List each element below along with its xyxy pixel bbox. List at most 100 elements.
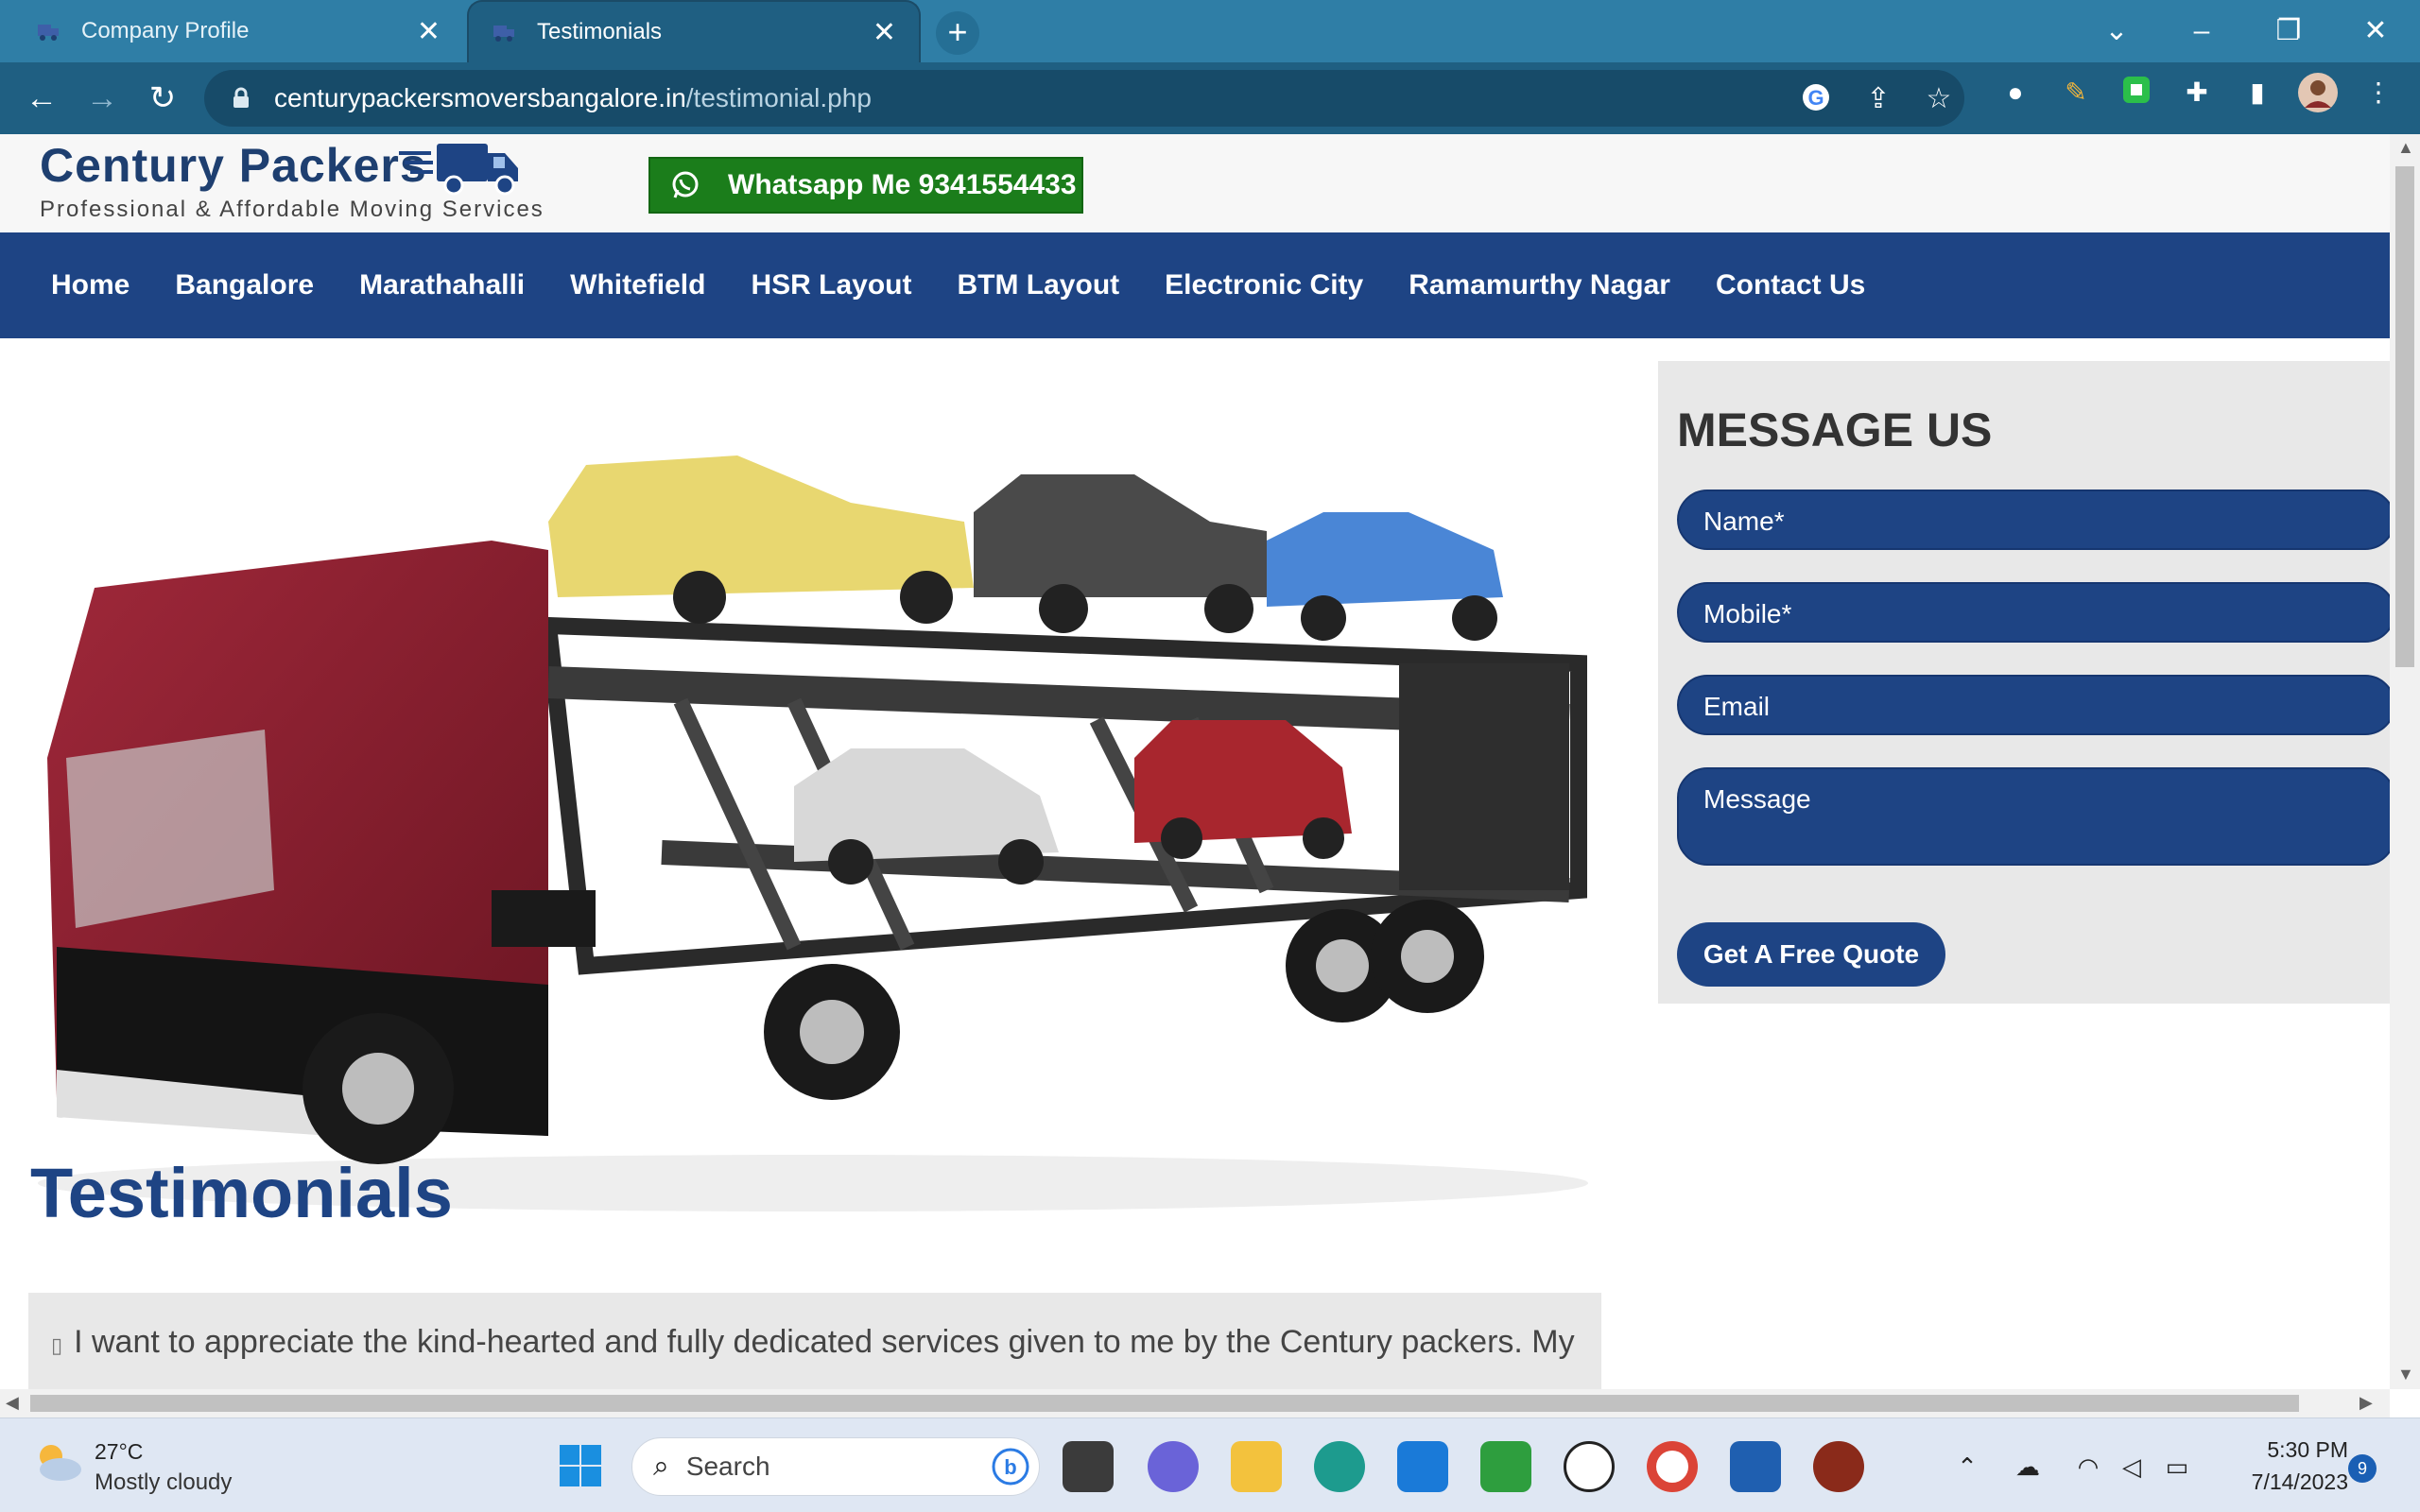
logo-tagline: Professional & Affordable Moving Service… bbox=[40, 197, 544, 222]
url-host: centurypackersmoversbangalore.in bbox=[274, 83, 686, 112]
minimize-button[interactable]: – bbox=[2178, 8, 2225, 55]
bing-icon[interactable]: b bbox=[992, 1448, 1029, 1486]
testimonial-text: ▯ I want to appreciate the kind-hearted a… bbox=[51, 1314, 1579, 1374]
onedrive-icon[interactable]: ☁ bbox=[2012, 1451, 2044, 1483]
nav-item-electronic-city[interactable]: Electronic City bbox=[1165, 269, 1363, 301]
forward-button[interactable]: → bbox=[79, 76, 125, 121]
scroll-up-arrow-icon[interactable]: ▲ bbox=[2397, 138, 2414, 158]
search-icon: ⌕ bbox=[653, 1451, 669, 1482]
scroll-right-arrow-icon[interactable]: ▶ bbox=[2360, 1393, 2373, 1413]
nav-item-whitefield[interactable]: Whitefield bbox=[570, 269, 705, 301]
tab-close-icon[interactable]: ✕ bbox=[873, 16, 896, 49]
weather-description[interactable]: Mostly cloudy bbox=[95, 1469, 232, 1496]
task-view-icon[interactable] bbox=[1063, 1441, 1114, 1492]
site-favicon-icon bbox=[38, 25, 59, 41]
teams-chat-icon[interactable] bbox=[1148, 1441, 1199, 1492]
page-title: Testimonials bbox=[30, 1154, 453, 1232]
nav-item-bangalore[interactable]: Bangalore bbox=[175, 269, 314, 301]
testimonial-body: I want to appreciate the kind-hearted an… bbox=[74, 1324, 1575, 1360]
nav-item-hsr-layout[interactable]: HSR Layout bbox=[751, 269, 911, 301]
green-extension-icon[interactable] bbox=[2118, 74, 2155, 112]
email-field[interactable]: Email bbox=[1677, 675, 2390, 735]
weather-temperature[interactable]: 27°C bbox=[95, 1439, 143, 1465]
cloudy-weather-icon[interactable] bbox=[32, 1441, 83, 1485]
menu-kebab-icon[interactable]: ⋮ bbox=[2360, 74, 2397, 112]
remote-app-icon[interactable] bbox=[1730, 1441, 1781, 1492]
testimonial-card: ▯ I want to appreciate the kind-hearted a… bbox=[28, 1293, 1601, 1389]
dell-icon[interactable] bbox=[1564, 1441, 1615, 1492]
volume-icon[interactable]: ◁ bbox=[2116, 1451, 2148, 1483]
vertical-scrollbar[interactable]: ▲ ▼ bbox=[2390, 134, 2420, 1389]
taskbar-search-box[interactable]: ⌕ Search b bbox=[631, 1437, 1040, 1496]
scroll-left-arrow-icon[interactable]: ◀ bbox=[6, 1393, 19, 1413]
truck-logo-icon bbox=[399, 144, 518, 196]
clock-time[interactable]: 5:30 PM bbox=[2244, 1437, 2348, 1463]
restore-button[interactable]: ❐ bbox=[2265, 8, 2312, 55]
name-field[interactable]: Name* bbox=[1677, 490, 2390, 550]
form-title: MESSAGE US bbox=[1677, 404, 1993, 456]
share-icon[interactable]: ⇪ bbox=[1860, 81, 1896, 117]
battery-icon[interactable]: ▭ bbox=[2161, 1451, 2193, 1483]
bookmark-star-icon[interactable]: ☆ bbox=[1921, 81, 1957, 117]
back-button[interactable]: ← bbox=[19, 76, 64, 121]
nav-item-ramamurthy-nagar[interactable]: Ramamurthy Nagar bbox=[1409, 269, 1670, 301]
wifi-icon[interactable]: ◠ bbox=[2072, 1451, 2104, 1483]
tab-company-profile[interactable]: Company Profile ✕ bbox=[13, 0, 463, 62]
browser-tab-bar: Company Profile ✕ Testimonials ✕ + ⌄ – ❐… bbox=[0, 0, 2420, 62]
windows-start-icon[interactable] bbox=[558, 1443, 603, 1488]
show-hidden-icons-chevron-icon[interactable]: ⌃ bbox=[1951, 1451, 1983, 1483]
main-navigation: Home Bangalore Marathahalli Whitefield H… bbox=[0, 232, 2390, 338]
wpm-app-icon[interactable] bbox=[1813, 1441, 1864, 1492]
tab-close-icon[interactable]: ✕ bbox=[417, 15, 441, 48]
chrome-icon[interactable] bbox=[1647, 1441, 1698, 1492]
get-free-quote-button[interactable]: Get A Free Quote bbox=[1677, 922, 1945, 987]
nav-item-contact-us[interactable]: Contact Us bbox=[1716, 269, 1865, 301]
tab-title: Testimonials bbox=[537, 19, 663, 44]
close-window-button[interactable]: ✕ bbox=[2352, 8, 2399, 55]
address-bar[interactable]: centurypackersmoversbangalore.in/testimo… bbox=[204, 70, 1964, 127]
lock-icon bbox=[233, 87, 249, 108]
message-field[interactable]: Message bbox=[1677, 767, 2390, 866]
nav-item-btm-layout[interactable]: BTM Layout bbox=[957, 269, 1119, 301]
reload-button[interactable]: ↻ bbox=[140, 76, 185, 121]
file-explorer-icon[interactable] bbox=[1231, 1441, 1282, 1492]
clock-date[interactable]: 7/14/2023 bbox=[2216, 1469, 2348, 1495]
whatsapp-icon bbox=[672, 171, 699, 198]
svg-text:G: G bbox=[1807, 86, 1824, 110]
car-carrier-truck-image bbox=[38, 455, 1588, 1211]
svg-text:b: b bbox=[1004, 1455, 1016, 1479]
site-header: Century Packers Professional & Affordabl… bbox=[0, 134, 2390, 232]
pen-extension-icon[interactable]: ✎ bbox=[2057, 74, 2095, 112]
game-app-icon[interactable] bbox=[1480, 1441, 1531, 1492]
google-icon[interactable]: G bbox=[1798, 81, 1834, 117]
quote-icon: ▯ bbox=[51, 1333, 63, 1357]
scroll-down-arrow-icon[interactable]: ▼ bbox=[2397, 1365, 2414, 1384]
horizontal-scrollbar[interactable]: ◀ ▶ bbox=[0, 1389, 2390, 1418]
web-page: Century Packers Professional & Affordabl… bbox=[0, 134, 2390, 1389]
tab-title: Company Profile bbox=[81, 18, 250, 43]
nav-item-home[interactable]: Home bbox=[51, 269, 130, 301]
whatsapp-button[interactable]: Whatsapp Me 9341554433 bbox=[648, 157, 1083, 214]
mail-icon[interactable] bbox=[1397, 1441, 1448, 1492]
search-label: Search bbox=[685, 1452, 770, 1481]
windows-taskbar: 27°C Mostly cloudy ⌕ Search b ⌃ ☁ ◠ ◁ ▭ … bbox=[0, 1418, 2420, 1512]
tab-search-chevron-icon[interactable]: ⌄ bbox=[2093, 8, 2140, 55]
horizontal-scroll-thumb[interactable] bbox=[30, 1395, 2299, 1412]
tab-testimonials[interactable]: Testimonials ✕ bbox=[467, 0, 921, 62]
extension-icon[interactable]: ● bbox=[1996, 74, 2034, 112]
edge-browser-icon[interactable] bbox=[1314, 1441, 1365, 1492]
vertical-scroll-thumb[interactable] bbox=[2395, 166, 2414, 667]
logo-title[interactable]: Century Packers bbox=[40, 138, 427, 193]
site-favicon-icon bbox=[493, 26, 514, 42]
message-us-form: MESSAGE US Name* Mobile* Email Message G… bbox=[1658, 361, 2390, 1004]
browser-toolbar: ← → ↻ centurypackersmoversbangalore.in/t… bbox=[0, 62, 2420, 134]
nav-item-marathahalli[interactable]: Marathahalli bbox=[359, 269, 525, 301]
mobile-field[interactable]: Mobile* bbox=[1677, 582, 2390, 643]
profile-avatar[interactable] bbox=[2297, 72, 2338, 112]
url-path: /testimonial.php bbox=[685, 83, 872, 112]
notification-badge[interactable]: 9 bbox=[2348, 1454, 2377, 1483]
new-tab-button[interactable]: + bbox=[936, 11, 979, 55]
side-panel-icon[interactable]: ▮ bbox=[2238, 74, 2276, 112]
whatsapp-label: Whatsapp Me 9341554433 bbox=[728, 169, 1077, 200]
puzzle-extensions-icon[interactable]: ✚ bbox=[2178, 74, 2216, 112]
